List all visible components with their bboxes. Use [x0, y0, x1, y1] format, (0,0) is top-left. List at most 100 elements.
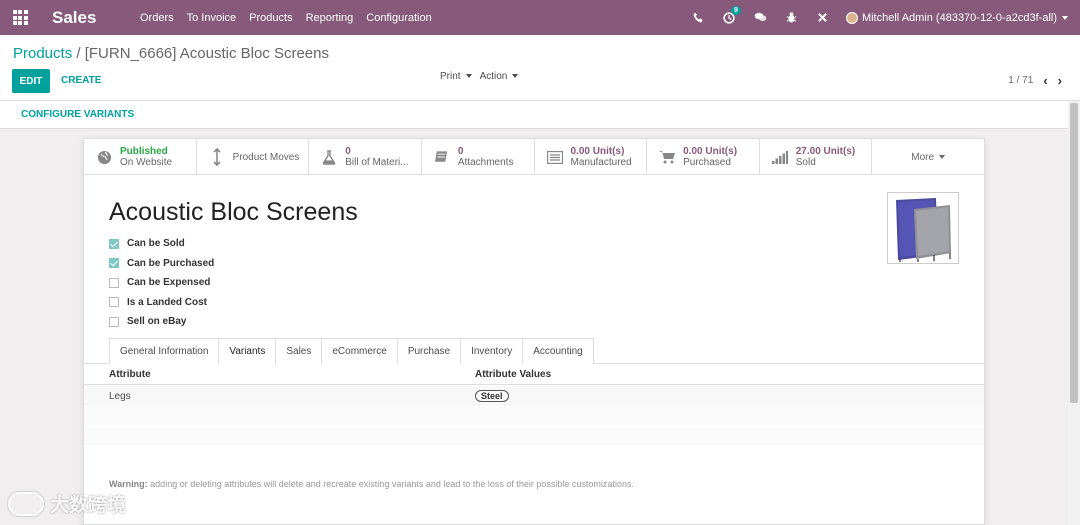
attachments-button[interactable]: 0 Attachments [422, 139, 535, 175]
cart-icon [659, 149, 676, 165]
can-be-purchased-label: Can be Purchased [127, 257, 215, 269]
watermark: 大数跨境 [8, 490, 126, 517]
menu-reporting[interactable]: Reporting [306, 12, 354, 24]
sold-value: 27.00 Unit(s) [795, 146, 856, 157]
attachments-count: 0 [457, 146, 464, 157]
sell-on-ebay-row: Sell on eBay [109, 312, 214, 332]
can-be-expensed-checkbox[interactable] [109, 277, 119, 288]
action-dropdown[interactable]: Action [480, 71, 519, 82]
tab-purchase[interactable]: Purchase [396, 338, 462, 364]
can-be-expensed-row: Can be Expensed [109, 273, 214, 293]
tab-sales[interactable]: Sales [275, 338, 323, 364]
published-label: On Website [120, 157, 173, 168]
edit-button[interactable]: EDIT [12, 69, 50, 93]
pager-next-icon[interactable]: › [1058, 73, 1062, 88]
menu-orders[interactable]: Orders [140, 12, 174, 24]
stat-button-box: Published On Website Product Moves 0 Bill … [84, 139, 984, 175]
flask-icon [321, 149, 337, 165]
bill-of-materials-button[interactable]: 0 Bill of Materi... [309, 139, 422, 175]
caret-down-icon [465, 74, 472, 79]
variants-warning: Warning: adding or deleting attributes w… [109, 479, 634, 489]
empty-table-row [84, 407, 984, 425]
action-label: Action [479, 71, 508, 82]
bom-label: Bill of Materi... [345, 157, 409, 168]
watermark-logo-icon [8, 491, 44, 516]
tab-general-information[interactable]: General Information [109, 338, 220, 364]
landed-cost-row: Is a Landed Cost [109, 293, 214, 313]
app-name: Sales [52, 7, 97, 27]
close-tools-icon[interactable] [807, 0, 838, 35]
bug-icon[interactable] [776, 0, 807, 35]
up-down-arrows-icon [209, 148, 225, 166]
menu-products[interactable]: Products [249, 12, 292, 24]
breadcrumb-separator: / [76, 45, 81, 62]
breadcrumb-products[interactable]: Products [13, 45, 72, 62]
scrollbar[interactable] [1068, 101, 1080, 525]
pager-previous-icon[interactable]: ‹ [1043, 73, 1047, 88]
globe-icon [96, 149, 112, 165]
pager-value[interactable]: 1 / 71 [1008, 75, 1033, 86]
header-button-bar: CONFIGURE VARIANTS [0, 101, 1068, 129]
product-moves-button[interactable]: Product Moves [197, 139, 310, 175]
navbar-systray: 9 Mitchell Admin (483370-12-0-a2cd3f-all… [683, 0, 1080, 35]
published-value: Published [120, 146, 168, 157]
table-row[interactable]: Legs Steel [84, 386, 984, 406]
landed-cost-label: Is a Landed Cost [127, 296, 208, 308]
product-options: Can be Sold Can be Purchased Can be Expe… [109, 234, 214, 332]
tab-ecommerce[interactable]: eCommerce [321, 338, 398, 364]
user-menu[interactable]: Mitchell Admin (483370-12-0-a2cd3f-all) [838, 11, 1080, 24]
column-attribute[interactable]: Attribute [109, 369, 151, 380]
more-button[interactable]: More [872, 139, 984, 175]
sold-button[interactable]: 27.00 Unit(s) Sold [760, 139, 873, 175]
can-be-sold-label: Can be Sold [127, 238, 185, 250]
watermark-text: 大数跨境 [50, 495, 127, 516]
avatar [845, 11, 858, 24]
control-panel: Products / [FURN_6666] Acoustic Bloc Scr… [0, 35, 1080, 101]
landed-cost-checkbox[interactable] [109, 297, 119, 308]
signal-bars-icon [771, 149, 788, 165]
form-sheet: Published On Website Product Moves 0 Bill … [83, 138, 985, 525]
caret-down-icon [1062, 15, 1068, 20]
activity-clock-icon[interactable]: 9 [714, 0, 745, 35]
apps-menu-icon[interactable] [0, 0, 40, 35]
published-button[interactable]: Published On Website [84, 139, 197, 175]
can-be-purchased-checkbox[interactable] [109, 258, 119, 269]
breadcrumb-current: [FURN_6666] Acoustic Bloc Screens [84, 45, 329, 62]
manufactured-button[interactable]: 0.00 Unit(s) Manufactured [535, 139, 648, 175]
more-label: More [911, 151, 935, 163]
product-moves-label: Product Moves [232, 151, 300, 163]
product-name: Acoustic Bloc Screens [109, 198, 358, 226]
list-alt-icon [546, 149, 563, 165]
can-be-expensed-label: Can be Expensed [127, 277, 211, 289]
create-button[interactable]: CREATE [61, 75, 101, 86]
tab-variants[interactable]: Variants [218, 338, 277, 365]
tab-inventory[interactable]: Inventory [460, 338, 524, 364]
caret-down-icon [512, 74, 519, 79]
sold-label: Sold [795, 157, 816, 168]
notebook-tabs: General Information Variants Sales eComm… [109, 338, 594, 365]
main-menu: Orders To Invoice Products Reporting Con… [140, 12, 445, 24]
attribute-value-tag: Steel [475, 390, 509, 402]
manufactured-value: 0.00 Unit(s) [570, 146, 625, 157]
manufactured-label: Manufactured [570, 157, 632, 168]
empty-table-row [84, 427, 984, 445]
sell-on-ebay-label: Sell on eBay [127, 316, 187, 328]
tab-accounting[interactable]: Accounting [522, 338, 594, 364]
purchased-button[interactable]: 0.00 Unit(s) Purchased [647, 139, 760, 175]
column-attribute-values[interactable]: Attribute Values [475, 369, 551, 380]
activity-badge: 9 [730, 6, 741, 15]
product-image[interactable] [887, 192, 959, 264]
warning-text: adding or deleting attributes will delet… [147, 479, 634, 489]
print-dropdown[interactable]: Print [440, 71, 472, 82]
bom-count: 0 [345, 146, 351, 157]
menu-to-invoice[interactable]: To Invoice [187, 12, 237, 24]
configure-variants-button[interactable]: CONFIGURE VARIANTS [21, 109, 134, 120]
caret-down-icon [939, 155, 946, 159]
phone-icon[interactable] [683, 0, 714, 35]
scrollbar-thumb[interactable] [1070, 103, 1078, 403]
can-be-sold-checkbox[interactable] [109, 238, 119, 249]
sell-on-ebay-checkbox[interactable] [109, 316, 119, 327]
chat-icon[interactable] [745, 0, 776, 35]
warning-label: Warning: [109, 479, 148, 489]
menu-configuration[interactable]: Configuration [366, 12, 431, 24]
